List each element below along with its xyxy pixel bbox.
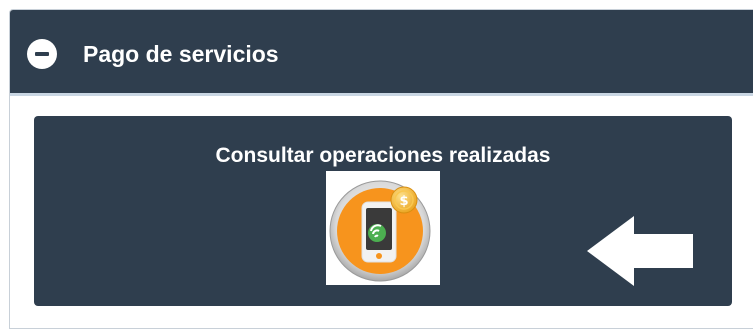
panel-title: Pago de servicios <box>83 41 279 67</box>
consult-operations-tile[interactable]: Consultar operaciones realizadas $ <box>34 116 732 306</box>
panel-header[interactable]: Pago de servicios <box>10 10 753 96</box>
arrow-left-icon[interactable] <box>587 216 693 286</box>
services-panel: Pago de servicios Consultar operaciones … <box>9 9 753 329</box>
tile-title: Consultar operaciones realizadas <box>215 144 551 167</box>
minus-circle-icon[interactable] <box>27 39 57 69</box>
mobile-payment-icon: $ <box>326 171 440 285</box>
svg-text:$: $ <box>399 194 408 209</box>
